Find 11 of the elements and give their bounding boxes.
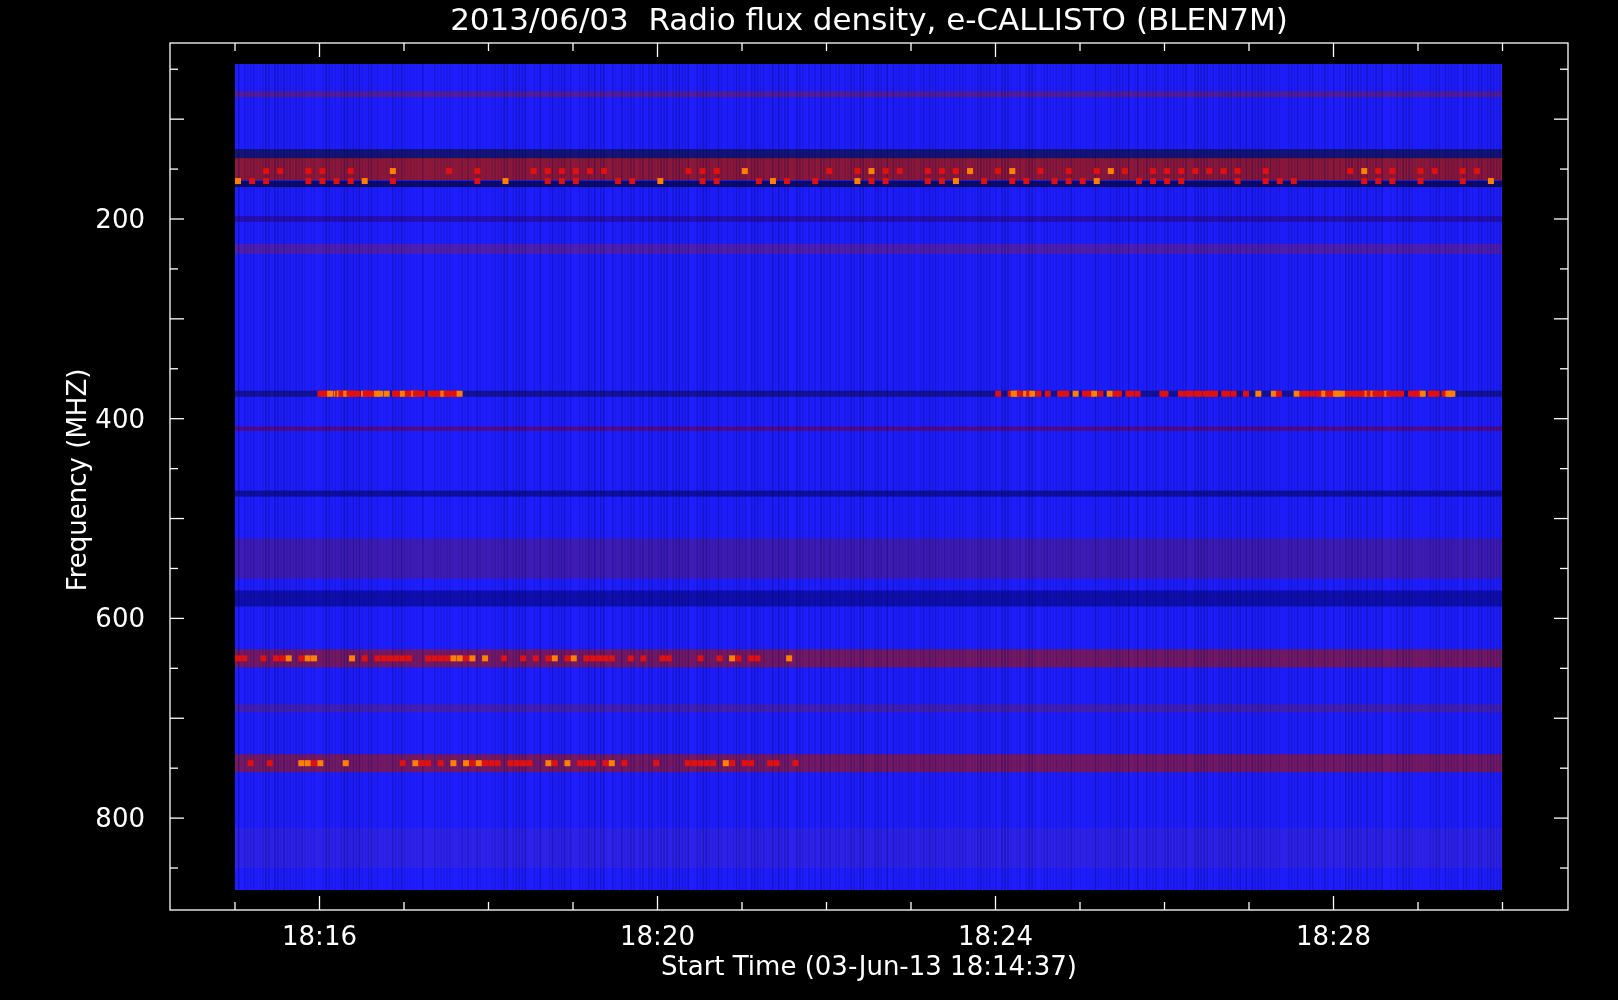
chart-title: 2013/06/03 Radio flux density, e-CALLISTO (BLEN7M) bbox=[450, 1, 1288, 37]
x-tick-label: 18:28 bbox=[1296, 921, 1371, 951]
y-tick-label: 600 bbox=[95, 603, 145, 634]
x-tick-label: 18:16 bbox=[282, 921, 357, 951]
x-axis-label: Start Time (03-Jun-13 18:14:37) bbox=[661, 951, 1077, 981]
y-axis-label: Frequency (MHZ) bbox=[62, 368, 92, 592]
y-tick-label: 400 bbox=[95, 403, 145, 434]
y-tick-label: 200 bbox=[95, 204, 145, 234]
x-tick-label: 18:24 bbox=[958, 921, 1033, 951]
x-tick-label: 18:20 bbox=[620, 921, 695, 951]
y-tick-label: 800 bbox=[95, 803, 145, 834]
